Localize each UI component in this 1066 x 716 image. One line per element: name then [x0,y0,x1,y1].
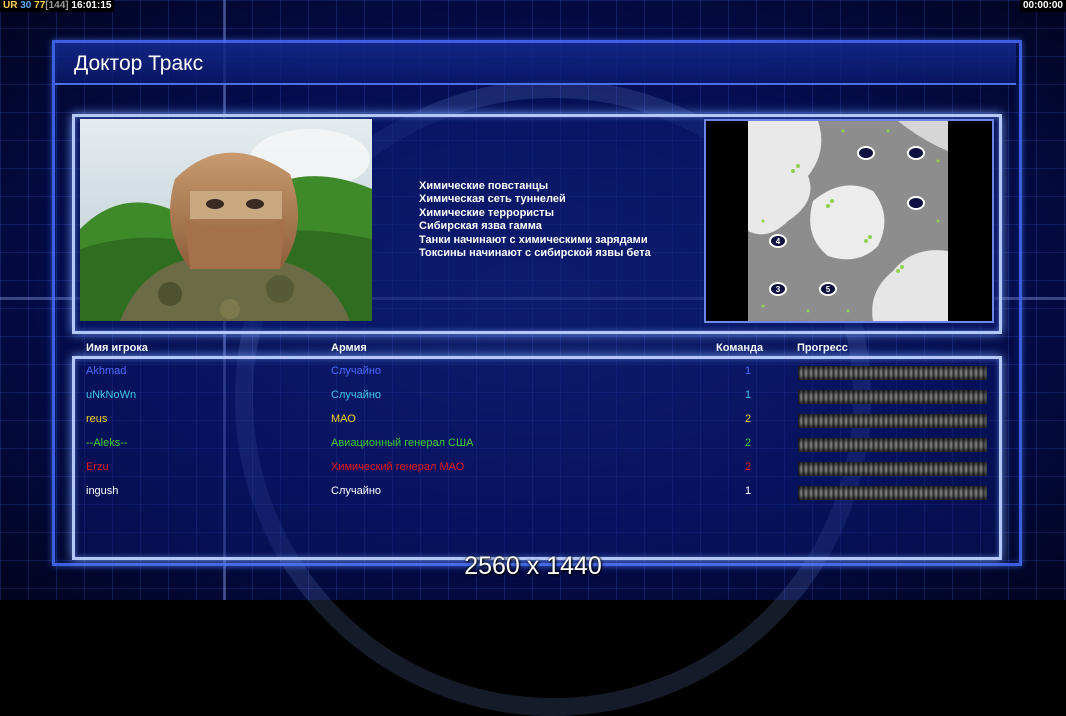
minimap-slot-label: 5 [826,285,831,294]
player-name: Akhmad [86,365,127,377]
resolution-label: 2560 x 1440 [464,552,602,580]
general-portrait [80,119,372,321]
player-name: ingush [86,485,119,497]
overlay-ur: UR [3,0,18,11]
header-team: Команда [716,342,764,354]
table-row: Akhmad Случайно 1 [0,361,1066,383]
minimap-panel: 4 3 5 [704,119,994,323]
player-team: 2 [745,437,752,449]
player-name: Erzu [86,461,109,473]
rule-item: Химическая сеть туннелей [419,193,566,206]
overlay-value-1: 30 [20,0,32,11]
player-name: reus [86,413,108,425]
overlay-value-3: [144] [45,0,69,11]
table-row: ingush Случайно 1 [0,481,1066,503]
overlay-value-2: 77 [34,0,46,11]
page-title: Доктор Тракс [74,52,204,75]
player-army: Авиационный генерал США [331,437,474,449]
player-progress-bar [798,366,987,380]
player-progress-bar [798,486,987,500]
table-row: --Aleks-- Авиационный генерал США 2 [0,433,1066,455]
minimap: 4 3 5 [748,121,948,321]
table-row: reus МАО 2 [0,409,1066,431]
player-progress-bar [798,390,987,404]
player-army: Случайно [331,485,382,497]
header-army: Армия [331,342,367,354]
table-row: Erzu Химический генерал МАО 2 [0,457,1066,479]
rule-item: Химические повстанцы [419,180,549,192]
player-army: Химический генерал МАО [331,461,465,473]
player-progress-bar [798,414,987,428]
header-progress: Прогресс [797,342,848,354]
player-army: МАО [331,413,356,425]
player-team: 1 [745,365,752,377]
player-team: 1 [745,389,752,401]
table-row: uNkNoWn Случайно 1 [0,385,1066,407]
overlay-stats: UR 30 77[144] 16:01:15 [0,0,115,12]
player-team: 1 [745,485,752,497]
rule-item: Химические террористы [419,206,554,219]
rule-item: Танки начинают с химическими зарядами [419,233,648,246]
player-progress-bar [798,462,987,476]
player-name: --Aleks-- [86,437,128,449]
rule-item: Токсины начинают с сибирской язвы бета [419,247,651,260]
general-rules-list: Химические повстанцы Химическая сеть тун… [419,180,651,260]
player-team: 2 [745,413,752,425]
minimap-slot-label: 4 [776,237,781,246]
player-team: 2 [745,461,752,473]
header-player-name: Имя игрока [86,342,148,354]
rule-item: Сибирская язва гамма [419,220,542,233]
player-army: Случайно [331,365,382,377]
minimap-slot-label: 3 [776,285,781,294]
player-army: Случайно [331,389,382,401]
overlay-timer: 00:00:00 [1019,0,1066,12]
overlay-clock: 16:01:15 [71,0,112,11]
portrait-image [80,119,372,321]
player-name: uNkNoWn [86,389,137,401]
player-progress-bar [798,438,987,452]
